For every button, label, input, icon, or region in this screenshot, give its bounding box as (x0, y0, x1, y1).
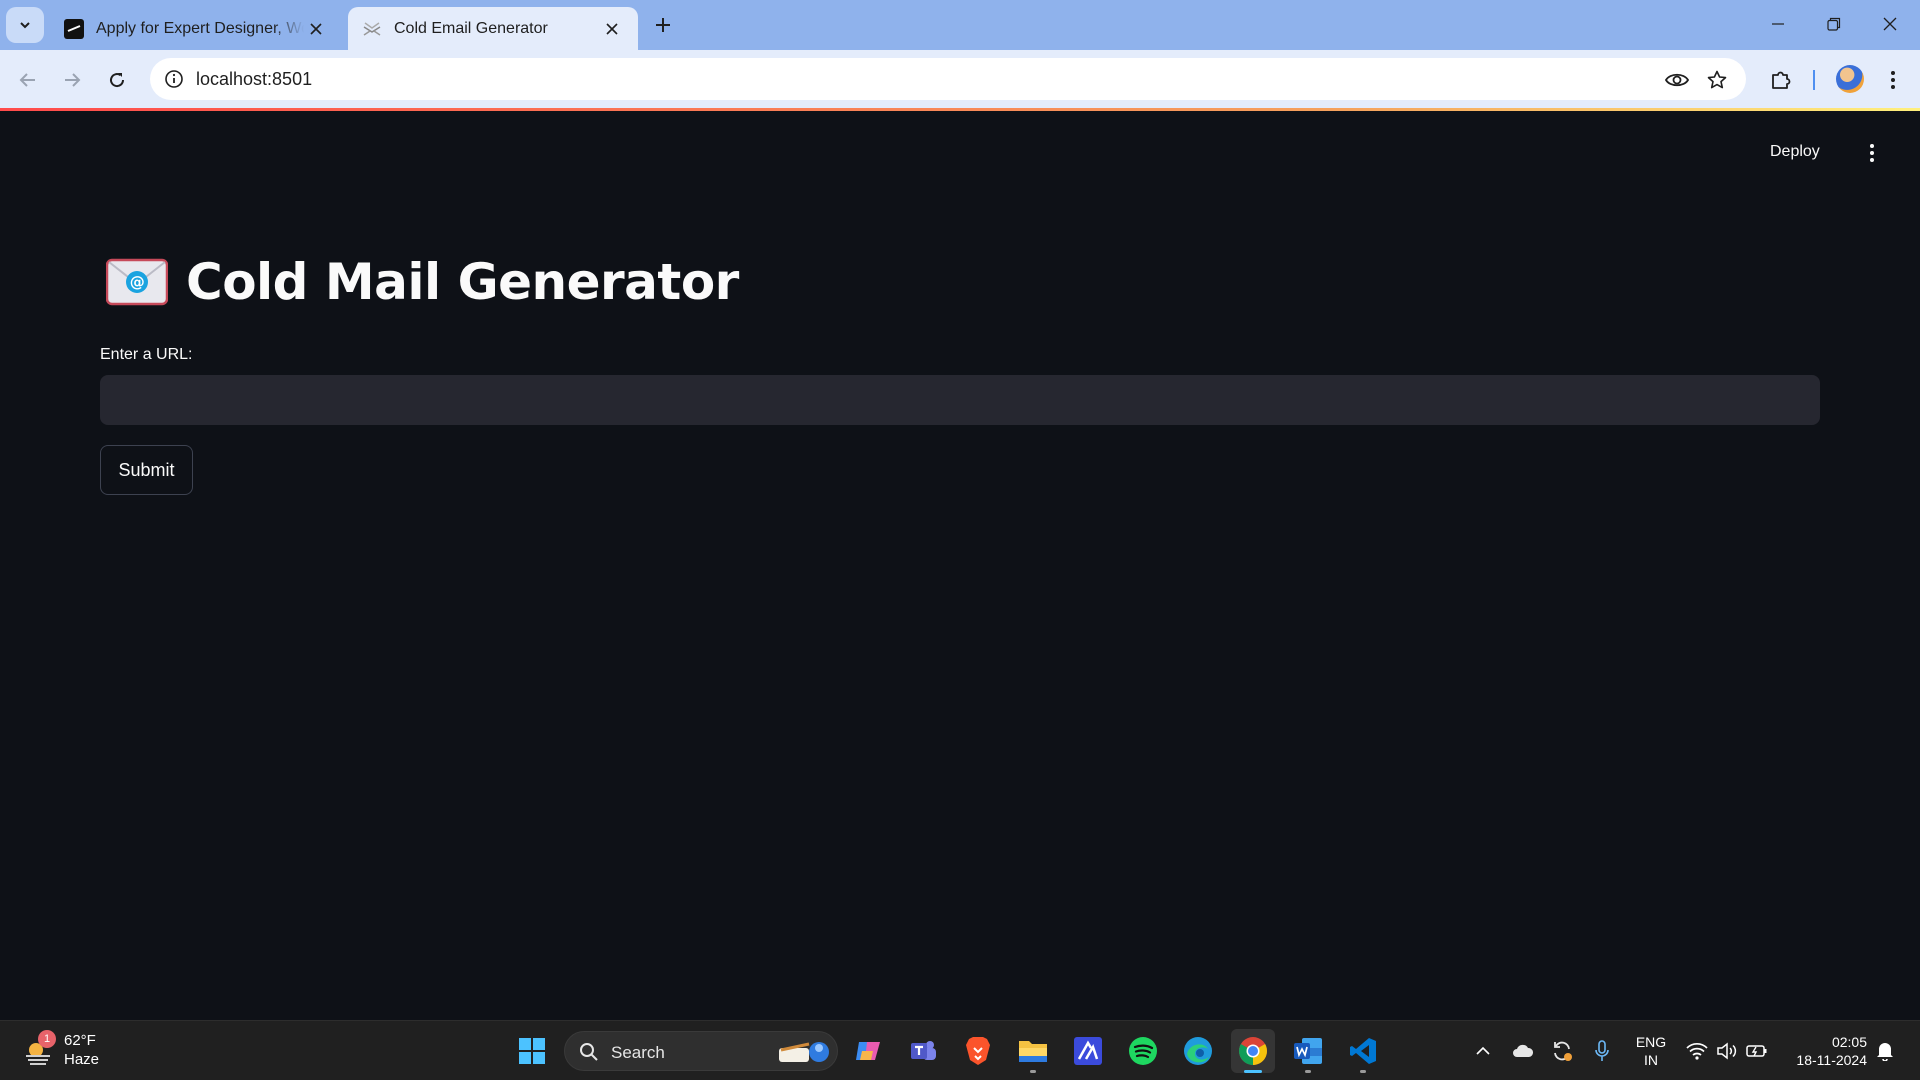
taskbar-app-blue[interactable] (1066, 1029, 1110, 1073)
svg-text:@: @ (130, 273, 145, 291)
browser-tab-strip: Apply for Expert Designer, Work Cold Ema… (0, 0, 1920, 50)
word-icon (1294, 1038, 1322, 1064)
wifi-icon[interactable] (1683, 1037, 1711, 1065)
taskbar-brave[interactable] (956, 1029, 1000, 1073)
app-menu-kebab-icon[interactable] (1862, 141, 1882, 165)
vscode-icon (1350, 1038, 1376, 1064)
minimize-window-button[interactable] (1750, 0, 1806, 48)
eye-icon[interactable] (1664, 67, 1690, 93)
sync-icon[interactable] (1548, 1037, 1576, 1065)
weather-condition: Haze (64, 1051, 100, 1068)
browser-toolbar: localhost:8501 (0, 50, 1920, 110)
tab-search-button[interactable] (6, 7, 44, 43)
input-language-indicator[interactable]: ENG IN (1634, 1033, 1668, 1069)
deploy-button[interactable]: Deploy (1770, 143, 1820, 161)
folder-icon (1019, 1041, 1047, 1062)
minimize-icon (1772, 23, 1784, 25)
browser-tab-cold-email-generator[interactable]: Cold Email Generator (348, 7, 638, 50)
edge-icon (1184, 1037, 1212, 1065)
windows-taskbar: 1 62°F Haze Search ENG IN 02:05 18-11-20… (0, 1020, 1920, 1080)
system-clock[interactable]: 02:05 18-11-2024 (1783, 1033, 1867, 1069)
arrow-right-icon (65, 73, 81, 87)
browser-menu-kebab-icon[interactable] (1876, 63, 1910, 97)
chrome-icon (1239, 1037, 1267, 1065)
taskbar-file-explorer[interactable] (1011, 1029, 1055, 1073)
clock-date: 18-11-2024 (1796, 1052, 1867, 1068)
running-indicator (1360, 1070, 1366, 1073)
windows-logo-icon (519, 1038, 545, 1064)
url-field-label: Enter a URL: (100, 346, 193, 363)
copilot-icon (856, 1042, 880, 1060)
close-tab-icon[interactable] (304, 17, 328, 41)
start-button[interactable] (510, 1029, 554, 1073)
address-bar[interactable]: localhost:8501 (150, 58, 1746, 100)
chevron-down-icon (20, 22, 30, 29)
reload-button[interactable] (100, 63, 134, 97)
taskbar-chrome[interactable] (1231, 1029, 1275, 1073)
app-main: Deploy @ Cold Mail Generator Enter a URL… (0, 111, 1920, 1020)
back-button[interactable] (11, 63, 45, 97)
tab-title: Apply for Expert Designer, Work (96, 19, 304, 37)
address-url: localhost:8501 (196, 69, 313, 89)
battery-charging-icon[interactable] (1743, 1037, 1771, 1065)
browser-tab-apply-designer[interactable]: Apply for Expert Designer, Work (50, 7, 342, 50)
taskbar-spotify[interactable] (1121, 1029, 1165, 1073)
weather-widget[interactable]: 1 62°F Haze (20, 1030, 110, 1072)
clock-time: 02:05 (1831, 1034, 1867, 1050)
profile-avatar[interactable] (1836, 65, 1864, 93)
taskbar-vscode[interactable] (1341, 1029, 1385, 1073)
stylized-a-app-icon (1074, 1037, 1102, 1065)
extensions-puzzle-icon[interactable] (1764, 63, 1798, 97)
new-tab-button[interactable] (650, 12, 676, 38)
arrow-left-icon (19, 73, 35, 87)
notification-badge: 1 (38, 1030, 56, 1048)
close-tab-icon[interactable] (600, 17, 624, 41)
weather-temperature: 62°F (64, 1032, 96, 1049)
site-info-icon[interactable] (162, 67, 186, 91)
taskbar-word[interactable] (1286, 1029, 1330, 1073)
taskbar-copilot[interactable] (846, 1029, 890, 1073)
search-icon (580, 1043, 598, 1061)
taskbar-search[interactable]: Search (564, 1031, 838, 1071)
teams-icon (911, 1041, 936, 1060)
streamlit-favicon-icon (362, 19, 382, 39)
toolbar-divider (1813, 70, 1815, 90)
tab-title: Cold Email Generator (394, 19, 548, 37)
url-input[interactable] (100, 375, 1820, 425)
restore-window-button[interactable] (1806, 0, 1862, 48)
reload-icon (110, 73, 125, 88)
notification-bell-icon[interactable] (1871, 1037, 1899, 1065)
email-envelope-icon: @ (106, 258, 168, 306)
show-hidden-icons-chevron-up-icon[interactable] (1469, 1037, 1497, 1065)
microphone-icon[interactable] (1588, 1037, 1616, 1065)
page-title: @ Cold Mail Generator (106, 253, 739, 311)
language-region: IN (1644, 1052, 1658, 1068)
restore-icon (1827, 17, 1841, 31)
running-indicator (1244, 1070, 1262, 1073)
forward-button[interactable] (55, 63, 89, 97)
taskbar-teams[interactable] (901, 1029, 945, 1073)
running-indicator (1305, 1070, 1311, 1073)
close-window-button[interactable] (1862, 0, 1918, 48)
submit-button[interactable]: Submit (100, 445, 193, 495)
search-highlight-art-icon (779, 1042, 829, 1062)
running-indicator (1030, 1070, 1036, 1073)
close-icon (1883, 17, 1897, 31)
taskbar-edge[interactable] (1176, 1029, 1220, 1073)
brave-lion-icon (966, 1037, 990, 1065)
spotify-icon (1129, 1037, 1157, 1065)
plus-icon (656, 18, 670, 32)
page-title-text: Cold Mail Generator (186, 253, 739, 311)
search-label: Search (611, 1043, 665, 1062)
site-favicon-icon (64, 18, 84, 39)
bookmark-star-icon[interactable] (1704, 67, 1730, 93)
language-code: ENG (1635, 1034, 1667, 1050)
volume-icon[interactable] (1713, 1037, 1741, 1065)
onedrive-cloud-icon[interactable] (1509, 1037, 1537, 1065)
